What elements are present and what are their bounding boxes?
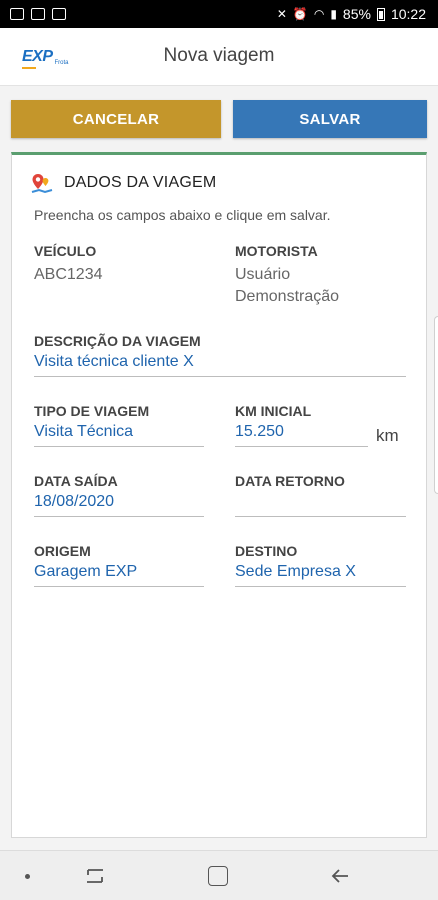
battery-icon	[376, 7, 385, 21]
back-icon[interactable]	[329, 865, 351, 887]
mute-icon: ✕	[276, 7, 287, 21]
save-button[interactable]: SALVAR	[233, 100, 427, 138]
navigation-bar	[0, 850, 438, 900]
map-pin-icon	[31, 174, 53, 194]
driver-value-line1: Usuário	[235, 266, 291, 283]
vehicle-label: VEÍCULO	[34, 243, 97, 259]
status-right-icons: ✕ ⏰ ◠ ▮ 85% 10:22	[277, 6, 426, 22]
departure-date-input[interactable]: 18/08/2020	[34, 491, 204, 517]
status-bar: ✕ ⏰ ◠ ▮ 85% 10:22	[0, 0, 438, 28]
driver-value-line2: Demonstração	[235, 288, 340, 305]
card-title: DADOS DA VIAGEM	[64, 174, 217, 191]
origin-label: ORIGEM	[34, 543, 91, 559]
gallery-icon	[31, 8, 45, 20]
origin-input[interactable]: Garagem EXP	[34, 561, 204, 587]
initial-km-input[interactable]: 15.250	[235, 421, 368, 447]
wifi-icon: ◠	[313, 7, 325, 21]
description-label: DESCRIÇÃO DA VIAGEM	[34, 333, 201, 349]
trip-type-label: TIPO DE VIAGEM	[34, 403, 150, 419]
image-icon	[10, 8, 24, 20]
trip-type-select[interactable]: Visita Técnica	[34, 421, 204, 447]
status-left-icons	[10, 8, 66, 20]
card-header: DADOS DA VIAGEM	[30, 171, 216, 195]
home-icon[interactable]	[208, 866, 228, 886]
notification-icon	[52, 8, 66, 20]
vehicle-value: ABC1234	[34, 266, 103, 283]
dot-icon[interactable]	[25, 874, 30, 879]
destination-label: DESTINO	[235, 543, 298, 559]
description-input[interactable]: Visita técnica cliente X	[34, 351, 406, 377]
edge-panel-handle[interactable]	[434, 316, 438, 494]
departure-date-label: DATA SAÍDA	[34, 473, 118, 489]
app-bar: EXP Frota Nova viagem	[0, 28, 438, 86]
cancel-button[interactable]: CANCELAR	[11, 100, 221, 138]
return-date-label: DATA RETORNO	[235, 473, 345, 489]
km-unit: km	[376, 426, 399, 445]
page-title: Nova viagem	[163, 45, 275, 66]
driver-label: MOTORISTA	[235, 243, 318, 259]
battery-percent: 85%	[342, 6, 371, 22]
destination-input[interactable]: Sede Empresa X	[235, 561, 406, 587]
initial-km-label: KM INICIAL	[235, 403, 312, 419]
clock: 10:22	[390, 6, 426, 22]
recent-apps-icon[interactable]	[84, 867, 106, 885]
signal-icon: ▮	[330, 7, 337, 21]
card-subtitle: Preencha os campos abaixo e clique em sa…	[34, 207, 331, 223]
return-date-input[interactable]	[235, 491, 406, 517]
trip-form-card: DADOS DA VIAGEM Preencha os campos abaix…	[11, 152, 427, 838]
alarm-icon: ⏰	[292, 7, 308, 21]
logo-accent	[22, 67, 36, 69]
